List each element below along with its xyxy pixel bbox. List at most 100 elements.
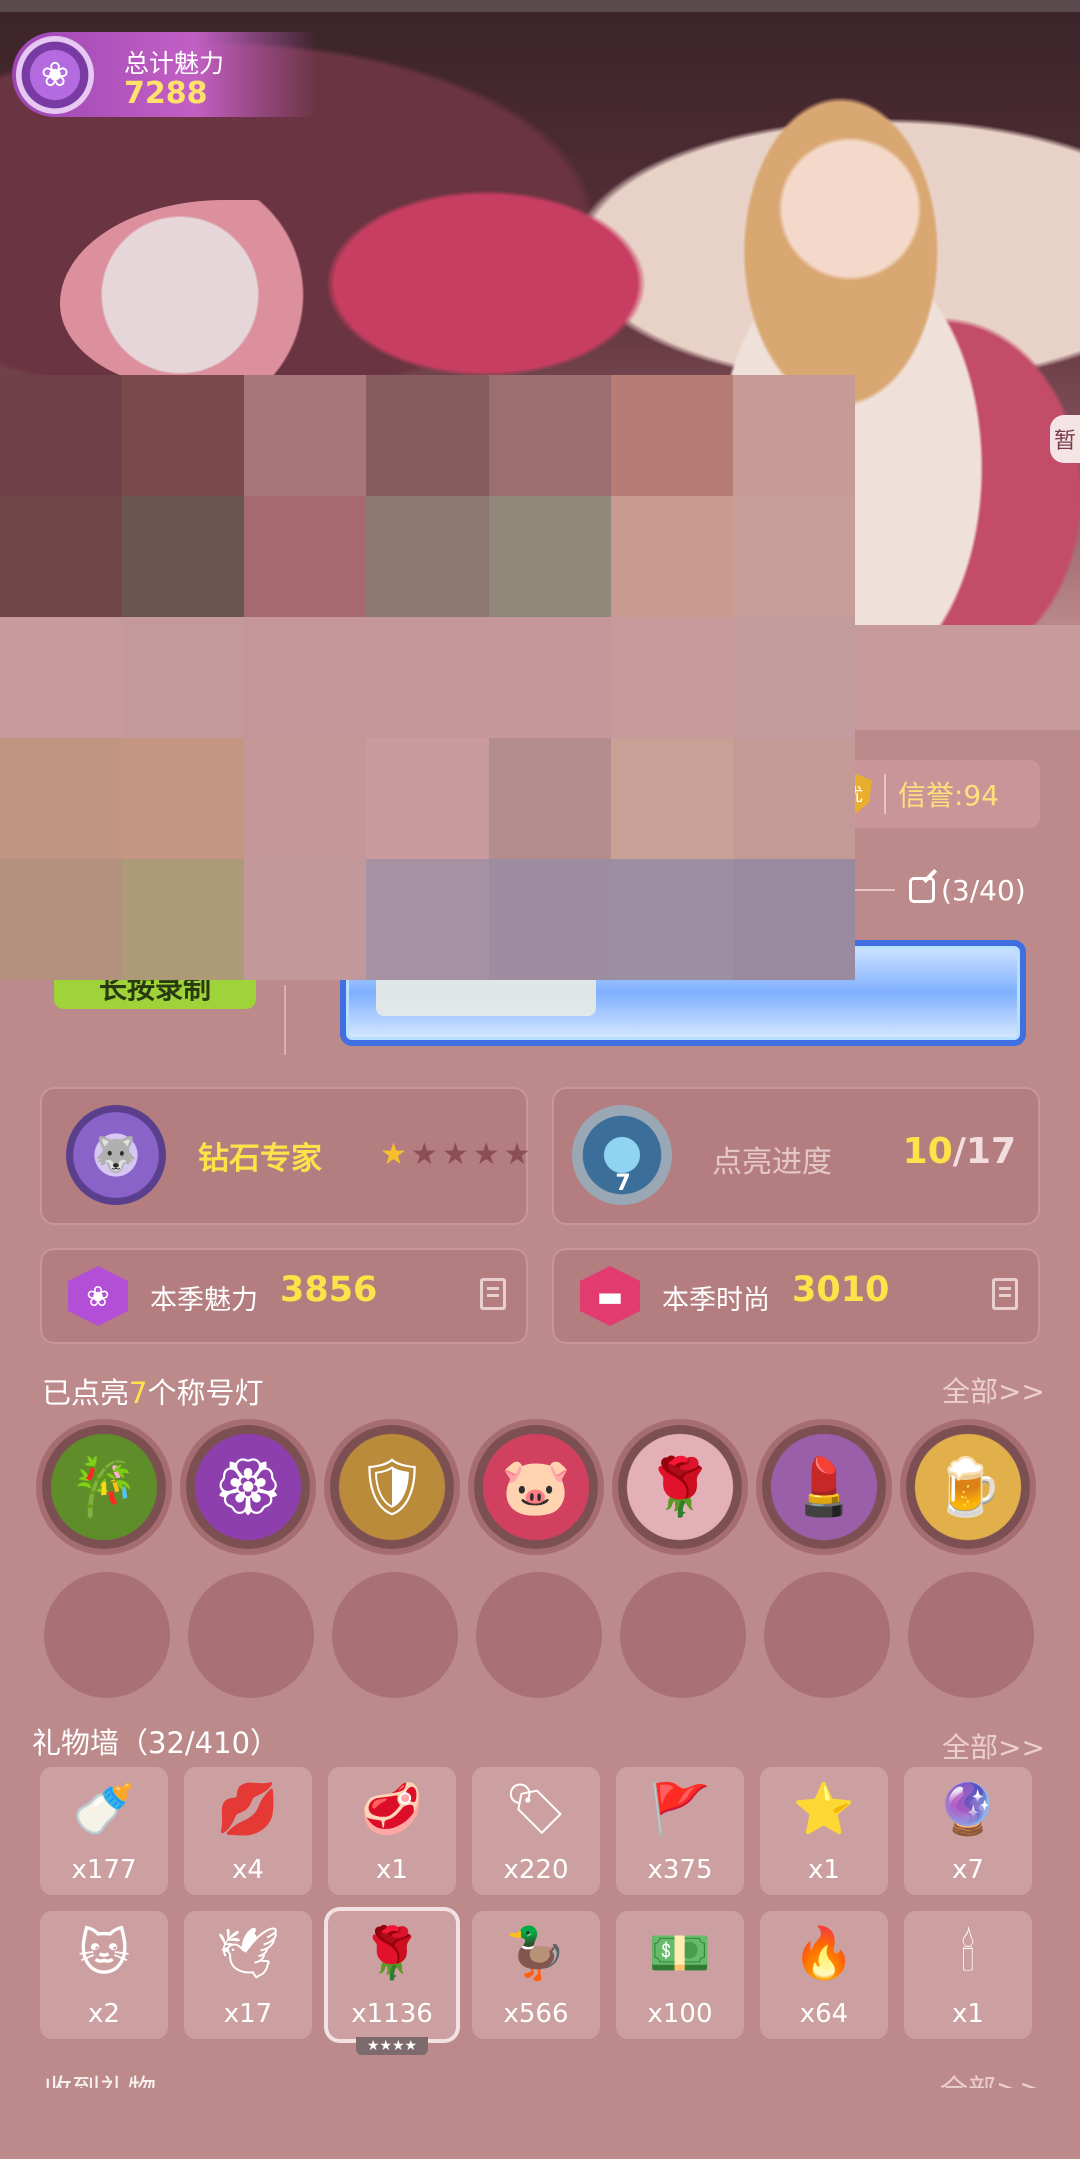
star-icon: ★ <box>472 1137 500 1172</box>
gift-card[interactable]: 🕯 x1 <box>904 1911 1032 2039</box>
mosaic-tile <box>366 859 489 980</box>
candelabra-icon: 🕯 <box>960 1924 976 1982</box>
gift-card[interactable]: 🔮 x7 <box>904 1767 1032 1895</box>
total-charm-badge[interactable]: ❀ 总计魅力 7288 <box>12 32 317 117</box>
gift-card[interactable]: 🕊 x17 <box>184 1911 312 2039</box>
beer-party-icon[interactable]: 🍺 <box>906 1425 1030 1549</box>
gift-card[interactable]: 💋 x4 <box>184 1767 312 1895</box>
lipstick-icon[interactable]: 💄 <box>762 1425 886 1549</box>
tag-icon: 🏷 <box>504 1780 568 1838</box>
gift-count: x100 <box>647 1999 713 2029</box>
blue-flame-icon: 🔥 <box>792 1924 856 1982</box>
light-level: 7 <box>615 1171 631 1196</box>
signature-edit[interactable]: (3/40) <box>855 870 1045 910</box>
golden-duck-icon: 🦆 <box>504 1924 568 1982</box>
red-rose-icon: 🌹 <box>360 1924 424 1982</box>
empty-title-slot[interactable] <box>908 1572 1034 1698</box>
titles-count: 7 <box>129 1376 148 1410</box>
milk-bottle-icon: 🍼 <box>72 1780 136 1838</box>
gift-count: x566 <box>503 1999 569 2029</box>
empty-title-slot[interactable] <box>620 1572 746 1698</box>
mosaic-tile <box>0 617 123 738</box>
document-icon[interactable] <box>480 1278 506 1310</box>
bamboo-scroll-icon[interactable]: 🎋 <box>42 1425 166 1549</box>
received-gifts-all-link[interactable]: 全部>> <box>940 2068 1043 2088</box>
side-tag[interactable]: 暂 <box>1050 415 1080 463</box>
mosaic-tile <box>610 375 733 496</box>
gift-count: x2 <box>88 1999 120 2029</box>
vertical-divider <box>284 985 286 1055</box>
gift-count: x375 <box>647 1855 713 1885</box>
edit-icon[interactable] <box>909 877 935 903</box>
charm-rose-icon: ❀ <box>68 1266 128 1326</box>
light-progress-label: 点亮进度 <box>712 1145 832 1180</box>
rank-card[interactable]: 🐺 钻石专家 ★ ★ ★ ★ ★ <box>40 1087 531 1225</box>
gift-wall-all-link[interactable]: 全部>> <box>942 1726 1045 1766</box>
gift-card[interactable]: 🦆 x566 <box>472 1911 600 2039</box>
gift-card[interactable]: 🌹 x1136 ★★★★ <box>328 1911 456 2055</box>
gift-count: x1 <box>808 1855 840 1885</box>
total-charm-value: 7288 <box>124 76 208 111</box>
pennant-icon: 🚩 <box>648 1780 712 1838</box>
pig-dumplings-icon[interactable]: 🐷 <box>474 1425 598 1549</box>
star-icon: ★ <box>503 1137 531 1172</box>
titles-all-link[interactable]: 全部>> <box>942 1370 1045 1410</box>
season-fashion-card[interactable]: ▬ 本季时尚 3010 <box>552 1248 1040 1344</box>
fade-band <box>855 625 1080 730</box>
mosaic-tile <box>366 738 489 859</box>
sunglasses-icon: ▬ <box>580 1266 640 1326</box>
gift-card[interactable]: 🚩 x375 <box>616 1767 744 1895</box>
gift-wall-title: 礼物墙（32/410） <box>32 1726 280 1760</box>
mosaic-tile <box>488 375 611 496</box>
signature-line <box>855 889 895 891</box>
empty-title-slot[interactable] <box>188 1572 314 1698</box>
rose-hexagon-icon: ❀ <box>16 36 94 114</box>
titles-prefix: 已点亮 <box>42 1376 130 1410</box>
shield-sword-icon[interactable]: 🛡 <box>330 1425 454 1549</box>
gift-card[interactable]: 🐱 x2 <box>40 1911 168 2039</box>
season-charm-label: 本季魅力 <box>150 1285 258 1316</box>
gift-card[interactable]: 🔥 x64 <box>760 1911 888 2039</box>
gift-card[interactable]: ⭐ x1 <box>760 1767 888 1895</box>
mosaic-tile <box>610 738 733 859</box>
season-charm-card[interactable]: ❀ 本季魅力 3856 <box>40 1248 528 1344</box>
rank-title: 钻石专家 <box>198 1141 322 1177</box>
rank-stars: ★ ★ ★ ★ ★ <box>380 1137 531 1172</box>
gift-count: x64 <box>799 1999 849 2029</box>
mosaic-tile <box>488 859 611 980</box>
star-wand-icon: ⭐ <box>792 1780 856 1838</box>
empty-title-slot[interactable] <box>764 1572 890 1698</box>
received-gifts-title: 收到礼物 <box>44 2068 156 2088</box>
gift-count: x7 <box>952 1855 984 1885</box>
white-rose-icon[interactable]: 🌹 <box>618 1425 742 1549</box>
empty-title-slot[interactable] <box>476 1572 602 1698</box>
gift-card[interactable]: 💵 x100 <box>616 1911 744 2039</box>
gift-count: x1 <box>952 1999 984 2029</box>
star-icon: ★ <box>410 1137 438 1172</box>
signature-count: (3/40) <box>941 873 1026 907</box>
empty-title-slot[interactable] <box>332 1572 458 1698</box>
mosaic-tile <box>610 617 733 738</box>
gift-count: x220 <box>503 1855 569 1885</box>
empty-title-slot[interactable] <box>44 1572 170 1698</box>
document-icon[interactable] <box>992 1278 1018 1310</box>
mosaic-tile <box>0 496 123 617</box>
light-progress-card[interactable]: 7 点亮进度 10/17 <box>552 1087 1040 1225</box>
mosaic-tile <box>732 617 855 738</box>
gift-card[interactable]: 🍼 x177 <box>40 1767 168 1895</box>
credit-score[interactable]: 优 信誉:94 <box>832 760 1040 828</box>
mosaic-tile <box>244 375 367 496</box>
gift-count: x4 <box>232 1855 264 1885</box>
lips-icon: 💋 <box>216 1780 280 1838</box>
paper-crane-icon: 🕊 <box>216 1924 280 1982</box>
purple-flower-badge-icon[interactable]: 🏵 <box>186 1425 310 1549</box>
gift-card[interactable]: 🏷 x220 <box>472 1767 600 1895</box>
gift-card[interactable]: 🥩 x1 <box>328 1767 456 1895</box>
mosaic-tile <box>244 617 367 738</box>
money-note-icon: 💵 <box>648 1924 712 1982</box>
meat-roll-icon: 🥩 <box>360 1780 424 1838</box>
credit-label: 信誉:94 <box>898 779 1000 812</box>
season-charm-value: 3856 <box>280 1270 378 1310</box>
mosaic-tile <box>244 496 367 617</box>
crane-illustration <box>60 200 360 390</box>
